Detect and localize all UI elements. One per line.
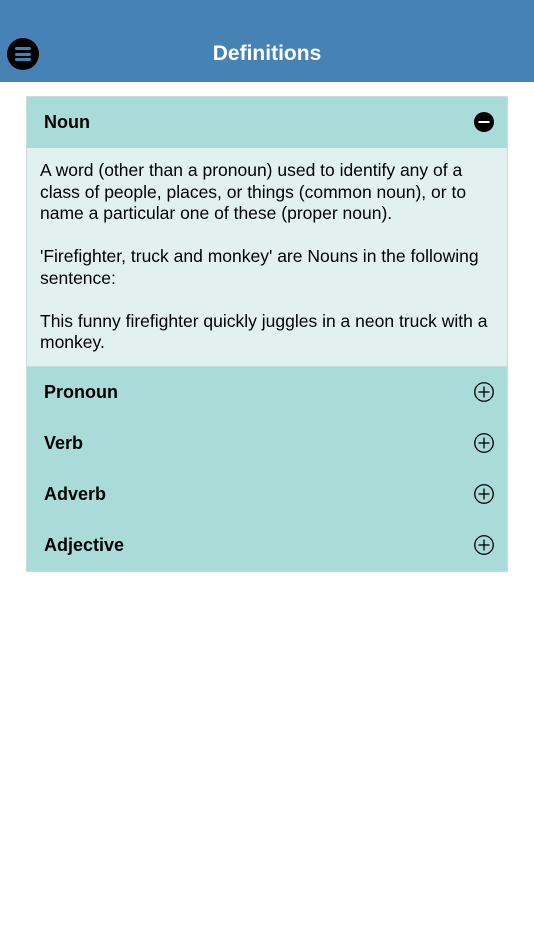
accordion-header-adjective[interactable]: Adjective: [27, 520, 507, 572]
accordion-label: Pronoun: [44, 381, 118, 402]
example-intro-text: 'Firefighter, truck and monkey' are Noun…: [40, 246, 479, 288]
accordion-header-verb[interactable]: Verb: [27, 417, 507, 469]
minus-circle-icon[interactable]: [474, 112, 494, 132]
plus-circle-icon[interactable]: [474, 483, 494, 504]
accordion-header-noun[interactable]: Noun: [27, 97, 507, 148]
page-title: Definitions: [212, 42, 322, 65]
accordion-content-noun: A word (other than a pronoun) used to id…: [27, 148, 507, 367]
definitions-accordion: Noun A word (other than a pronoun) used …: [26, 96, 508, 573]
accordion-header-pronoun[interactable]: Pronoun: [27, 366, 507, 418]
plus-circle-icon[interactable]: [474, 535, 494, 555]
accordion-label: Verb: [44, 432, 84, 453]
definition-text: A word (other than a pronoun) used to id…: [40, 160, 467, 223]
plus-circle-icon[interactable]: [474, 432, 494, 453]
plus-circle-icon[interactable]: [474, 381, 494, 402]
accordion-header-adverb[interactable]: Adverb: [27, 468, 507, 521]
navigation-bar: Definitions: [0, 0, 534, 82]
accordion-label: Adverb: [44, 483, 107, 504]
accordion-label: Noun: [44, 112, 90, 132]
example-sentence-text: This funny firefighter quickly juggles i…: [40, 310, 488, 353]
accordion-label: Adjective: [44, 535, 125, 556]
